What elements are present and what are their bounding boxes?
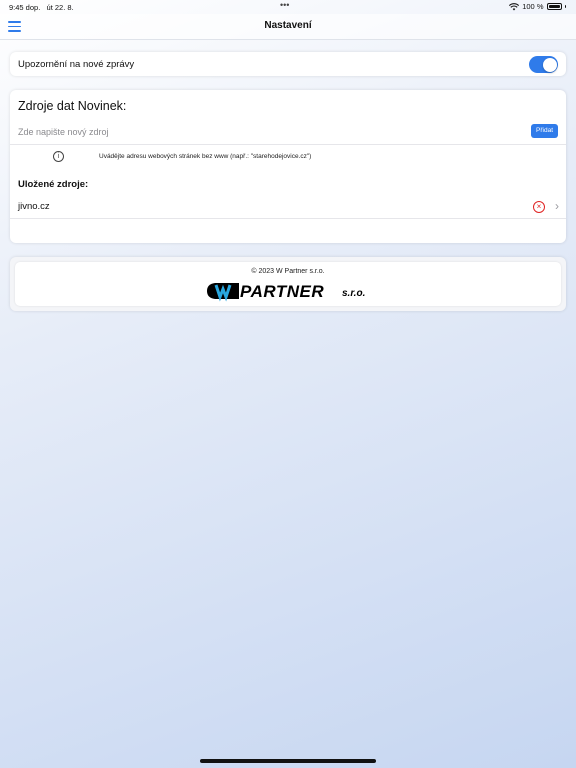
w-partner-logo: PARTNER s.r.o.	[205, 280, 375, 302]
divider	[10, 218, 566, 219]
battery-icon	[546, 3, 562, 10]
notifications-label: Upozornění na nové zprávy	[18, 59, 135, 70]
footer-inner: © 2023 W Partner s.r.o. PARTNER s.r.o.	[15, 262, 561, 306]
delete-icon[interactable]: ×	[533, 201, 545, 213]
chevron-right-icon: ›	[555, 199, 559, 213]
logo-wordmark: PARTNER	[240, 282, 325, 301]
copyright-text: © 2023 W Partner s.r.o.	[251, 268, 325, 275]
status-date: út 22. 8.	[46, 3, 74, 12]
notifications-card: Upozornění na nové zprávy	[10, 52, 566, 76]
source-hint: Uvádějte adresu webových stránek bez www…	[99, 153, 312, 160]
saved-source-domain: jivno.cz	[18, 201, 50, 212]
status-bar: 9:45 dop. út 22. 8. ••• 100 %	[0, 0, 576, 14]
toggle-knob	[542, 57, 557, 72]
page-title: Nastavení	[264, 20, 312, 31]
add-source-button[interactable]: Přidat	[531, 124, 558, 138]
info-icon: i	[53, 151, 64, 162]
battery-tip	[564, 5, 566, 8]
saved-sources-title: Uložené zdroje:	[18, 179, 89, 190]
navigation-bar: Nastavení	[0, 14, 576, 40]
home-indicator[interactable]	[200, 759, 376, 763]
footer-card: © 2023 W Partner s.r.o. PARTNER s.r.o.	[10, 257, 566, 311]
battery-percent: 100 %	[522, 2, 544, 11]
status-right: 100 %	[509, 2, 566, 11]
new-source-input[interactable]	[18, 125, 418, 139]
multitasking-dots[interactable]: •••	[280, 0, 289, 10]
wifi-icon	[509, 2, 520, 10]
divider	[10, 144, 566, 145]
notifications-toggle[interactable]	[529, 56, 558, 73]
logo-w-mark-icon	[207, 283, 239, 302]
sources-title: Zdroje dat Novinek:	[18, 99, 127, 113]
status-time: 9:45 dop. út 22. 8.	[9, 3, 74, 12]
saved-source-row[interactable]: jivno.cz × ›	[10, 196, 566, 218]
logo-suffix: s.r.o.	[342, 288, 366, 299]
news-sources-card: Zdroje dat Novinek: Přidat i Uvádějte ad…	[10, 90, 566, 243]
